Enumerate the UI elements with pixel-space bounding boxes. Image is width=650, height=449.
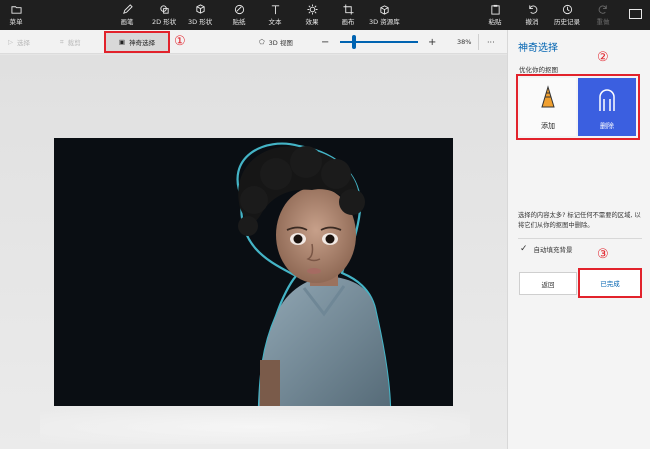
crop-label: 裁剪 (67, 39, 81, 47)
tool-label: 画布 (341, 18, 355, 26)
tool-label: 效果 (305, 18, 319, 26)
checkmark-icon: ✓ (520, 244, 528, 254)
menu-label: 菜单 (9, 18, 23, 26)
remove-button[interactable]: 删除 (578, 78, 636, 136)
minus-icon: − (321, 36, 330, 48)
zoom-in-button[interactable]: + (428, 30, 436, 54)
refine-label: 优化你的抠图 (519, 66, 558, 74)
menu-button[interactable]: 菜单 (6, 3, 26, 29)
magic-select-icon: ▣ (118, 38, 126, 46)
tool-3d-shapes[interactable]: 3D 形状 (188, 3, 212, 29)
magic-select-label: 神奇选择 (129, 39, 156, 47)
paste-button[interactable]: 粘贴 (485, 3, 505, 29)
3d-library-icon (374, 3, 394, 16)
canvas-icon (338, 3, 358, 16)
undo-icon (522, 3, 542, 16)
redo-icon (593, 3, 613, 16)
refine-options: 添加 删除 (516, 74, 640, 140)
tool-effects[interactable]: 效果 (302, 3, 322, 29)
annotation-two: ② (597, 50, 609, 65)
pencil-add-icon (541, 85, 555, 108)
tool-brushes[interactable]: 画笔 (117, 3, 137, 29)
annotation-one: ① (174, 34, 186, 49)
tool-label: 3D 形状 (188, 18, 213, 26)
redo-button[interactable]: 重做 (593, 3, 613, 29)
divider (518, 238, 642, 239)
history-icon (557, 3, 577, 16)
tool-stickers[interactable]: 贴纸 (229, 3, 249, 29)
tool-label: 2D 形状 (152, 18, 177, 26)
history-label: 历史记录 (554, 18, 580, 26)
crop-icon: ⌗ (60, 37, 64, 46)
plus-icon: + (428, 36, 437, 48)
2d-shapes-icon (154, 3, 174, 16)
zoom-slider-thumb[interactable] (352, 35, 356, 49)
back-button[interactable]: 返回 (519, 272, 577, 295)
panel-description: 选择的内容太多? 标记任何不需要的区域, 以将它们从你的抠图中删除。 (518, 212, 641, 229)
effects-icon (302, 3, 322, 16)
add-button[interactable]: 添加 (520, 78, 576, 136)
stickers-icon (229, 3, 249, 16)
tool-options-bar: ▷ 选择 ⌗ 裁剪 ▣ 神奇选择 ① ⬠ 3D 视图 − + 38% ··· (0, 30, 507, 54)
expand-icon[interactable] (629, 9, 642, 19)
tool-label: 画笔 (120, 18, 134, 26)
tool-label: 贴纸 (232, 18, 246, 26)
undo-label: 撤消 (525, 18, 539, 26)
select-label: 选择 (17, 39, 30, 47)
3d-view-icon: ⬠ (259, 38, 265, 46)
remove-label: 删除 (600, 122, 614, 130)
history-button[interactable]: 历史记录 (554, 3, 580, 29)
zoom-level: 38% (457, 38, 472, 46)
panel-title: 神奇选择 (518, 43, 558, 54)
text-icon (265, 3, 285, 16)
annotation-three: ③ (597, 247, 609, 262)
photo-canvas[interactable] (54, 138, 453, 406)
add-label: 添加 (541, 122, 555, 130)
zoom-out-button[interactable]: − (321, 30, 329, 54)
magic-select-panel: 神奇选择 优化你的抠图 ② 添加 删除 选择的内容太多? 标记任何不需要的区域,… (507, 30, 650, 449)
autofill-toggle[interactable]: ✓ 自动填充背景 (520, 244, 573, 254)
clipboard-icon (485, 3, 505, 16)
3d-shapes-icon (190, 3, 210, 16)
top-ribbon: 菜单 画笔 2D 形状 3D 形状 贴纸 文本 效果 画布 3D 资源库 粘贴 … (0, 0, 650, 30)
canvas-shadow (40, 410, 470, 444)
more-button[interactable]: ··· (487, 30, 495, 54)
tool-text[interactable]: 文本 (265, 3, 285, 29)
folder-icon (6, 3, 26, 16)
eraser-remove-icon (599, 89, 615, 111)
tool-label: 3D 资源库 (369, 18, 400, 26)
canvas-area[interactable] (0, 55, 507, 449)
brush-icon (117, 3, 137, 16)
autofill-label: 自动填充背景 (533, 246, 573, 254)
done-button[interactable]: 已完成 (578, 268, 642, 298)
select-tool[interactable]: ▷ 选择 (8, 30, 30, 54)
tool-3d-library[interactable]: 3D 资源库 (369, 3, 400, 29)
undo-button[interactable]: 撤消 (522, 3, 542, 29)
child-portrait-image (54, 138, 453, 406)
crop-tool[interactable]: ⌗ 裁剪 (60, 30, 81, 54)
cursor-icon: ▷ (8, 38, 13, 46)
paste-label: 粘贴 (488, 18, 502, 26)
divider (478, 34, 479, 50)
tool-label: 文本 (268, 18, 282, 26)
tool-2d-shapes[interactable]: 2D 形状 (152, 3, 176, 29)
3d-view-label: 3D 视图 (268, 39, 293, 47)
3d-view-button[interactable]: ⬠ 3D 视图 (259, 30, 293, 54)
magic-select-button[interactable]: ▣ 神奇选择 (104, 31, 170, 53)
redo-label: 重做 (596, 18, 610, 26)
tool-canvas[interactable]: 画布 (338, 3, 358, 29)
